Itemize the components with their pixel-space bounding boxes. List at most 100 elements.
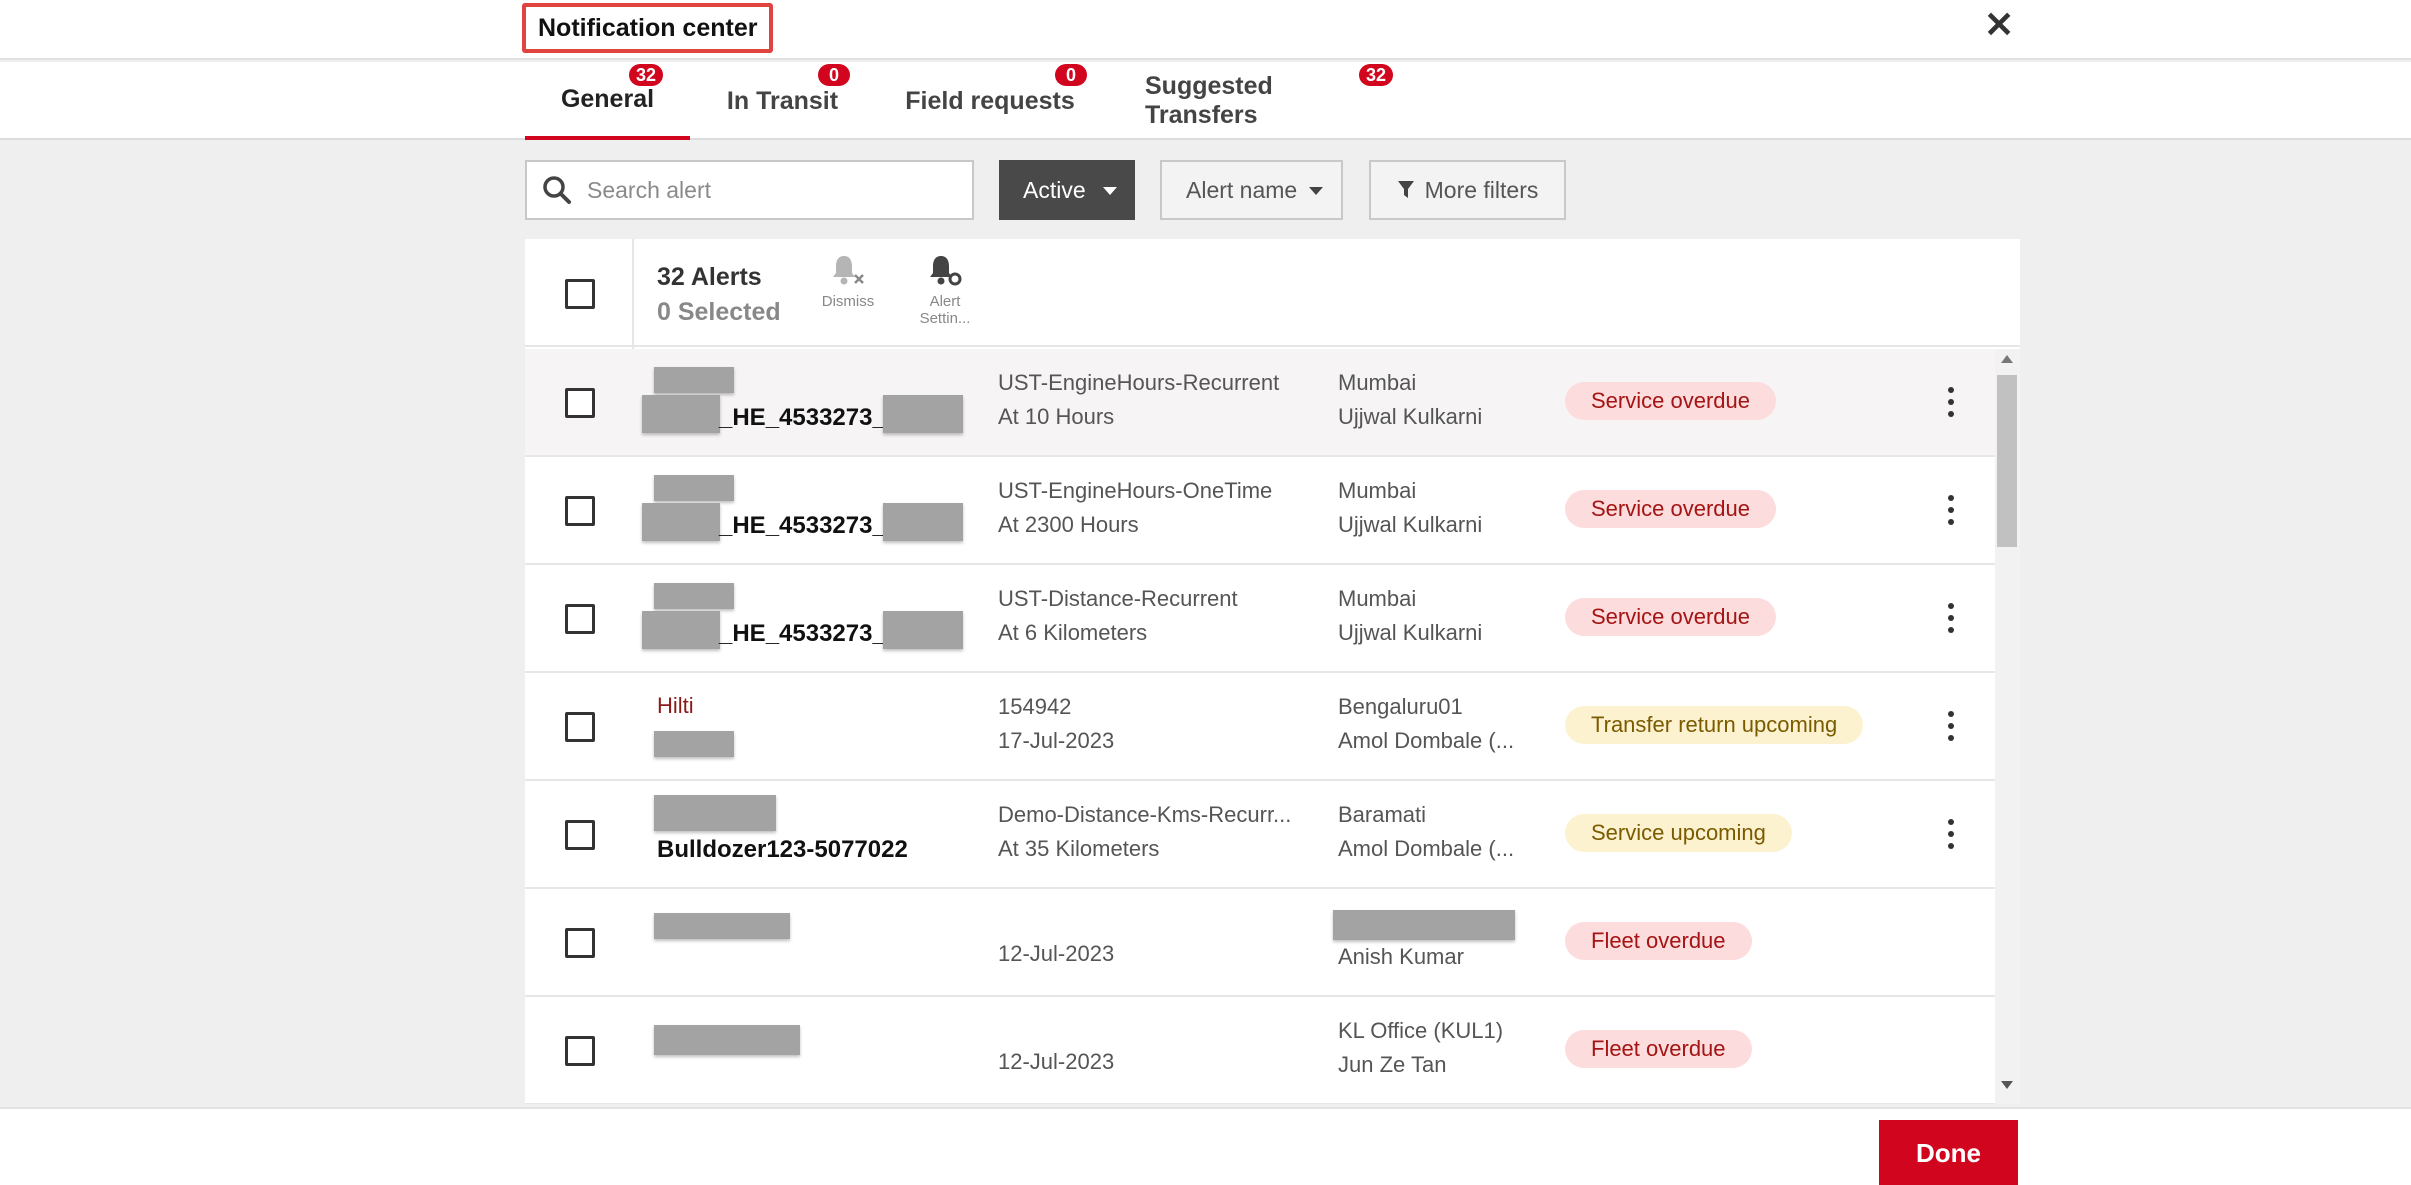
alert-brand: Hilti (657, 693, 694, 718)
more-options-icon[interactable] (1945, 495, 1957, 525)
status-badge: Fleet overdue (1565, 1030, 1752, 1068)
status-dropdown-label: Active (1023, 176, 1086, 203)
redacted-block (654, 367, 734, 393)
alert-owner: Anish Kumar (1338, 944, 1464, 969)
row-checkbox[interactable] (565, 388, 595, 418)
scroll-down-arrow-icon[interactable] (2001, 1081, 2013, 1089)
more-options-icon[interactable] (1945, 819, 1957, 849)
tab-label: Field requests (905, 86, 1075, 115)
close-icon[interactable]: ✕ (1984, 7, 2014, 43)
redacted-block (1333, 910, 1515, 940)
redacted-block (883, 395, 963, 433)
tab-field-requests[interactable]: Field requests 0 (905, 62, 1087, 140)
alert-row[interactable]: 12-Jul-2023 KL Office (KUL1) Jun Ze Tan … (525, 997, 1995, 1104)
alert-owner: Amol Dombale (... (1338, 728, 1515, 753)
page-title: Notification center (522, 3, 774, 53)
alert-title: Bulldozer123-5077022 (657, 836, 908, 863)
footer: Done (0, 1107, 2411, 1185)
row-checkbox[interactable] (565, 928, 595, 958)
alert-settings-button[interactable]: Alert Settin... (905, 253, 985, 327)
search-icon (527, 162, 587, 218)
done-button[interactable]: Done (1879, 1120, 2018, 1185)
row-checkbox[interactable] (565, 496, 595, 526)
tab-suggested-transfers[interactable]: Suggested Transfers 32 (1145, 62, 1394, 140)
tab-badge: 0 (1055, 64, 1087, 86)
redacted-block (654, 913, 790, 939)
alert-detail: 17-Jul-2023 (998, 728, 1115, 753)
filter-icon (1397, 181, 1414, 198)
alert-detail: 12-Jul-2023 (998, 1049, 1115, 1074)
scroll-up-arrow-icon[interactable] (2001, 355, 2013, 363)
tab-badge: 32 (1359, 64, 1394, 86)
alert-row[interactable]: _HE_4533273_ UST-Distance-Recurrent At 6… (525, 565, 1995, 673)
bell-off-icon (833, 256, 864, 285)
alert-settings-label: Alert Settin... (919, 293, 971, 327)
list-header: 32 Alerts 0 Selected Dismiss Alert Settin… (525, 239, 2020, 347)
more-filters-button[interactable]: More filters (1369, 160, 1566, 220)
status-dropdown[interactable]: Active (999, 160, 1135, 220)
scroll-thumb[interactable] (1997, 375, 2017, 547)
tab-label: Suggested Transfers (1145, 72, 1273, 129)
redacted-block (642, 503, 720, 541)
bell-settings-icon (930, 256, 962, 286)
alert-owner: Jun Ze Tan (1338, 1052, 1447, 1077)
chevron-down-icon (1309, 187, 1323, 195)
redacted-block (642, 395, 720, 433)
row-checkbox[interactable] (565, 820, 595, 850)
alert-title: _HE_4533273_ (719, 620, 886, 647)
row-checkbox[interactable] (565, 1036, 595, 1066)
more-options-icon[interactable] (1945, 603, 1957, 633)
selected-count: 0 Selected (657, 298, 781, 326)
tab-badge: 32 (629, 64, 664, 86)
redacted-block (654, 731, 734, 757)
alert-list: 32 Alerts 0 Selected Dismiss Alert Settin… (525, 239, 2020, 1104)
alert-detail: At 35 Kilometers (998, 836, 1160, 861)
select-all-checkbox[interactable] (565, 279, 595, 309)
alert-row[interactable]: Bulldozer123-5077022 Demo-Distance-Kms-R… (525, 781, 1995, 889)
redacted-block (654, 795, 776, 831)
search-input[interactable] (587, 176, 957, 204)
alert-owner: Ujjwal Kulkarni (1338, 404, 1483, 429)
alert-name-dropdown[interactable]: Alert name (1160, 160, 1343, 220)
redacted-block (654, 583, 734, 609)
status-badge: Transfer return upcoming (1565, 706, 1864, 744)
redacted-block (883, 503, 963, 541)
alert-location: Mumbai (1338, 586, 1417, 611)
tab-general[interactable]: General 32 (525, 62, 690, 140)
more-filters-label: More filters (1424, 176, 1539, 203)
alert-title: _HE_4533273_ (719, 512, 886, 539)
alert-owner: Ujjwal Kulkarni (1338, 512, 1483, 537)
alert-detail: At 6 Kilometers (998, 620, 1148, 645)
redacted-block (654, 1025, 800, 1055)
alert-owner: Ujjwal Kulkarni (1338, 620, 1483, 645)
row-checkbox[interactable] (565, 604, 595, 634)
alert-row[interactable]: 12-Jul-2023 Anish Kumar Fleet overdue (525, 889, 1995, 997)
status-badge: Service upcoming (1565, 814, 1792, 852)
row-checkbox[interactable] (565, 712, 595, 742)
alert-location: Bengaluru01 (1338, 694, 1463, 719)
alert-detail: 12-Jul-2023 (998, 941, 1115, 966)
tab-label: In Transit (726, 86, 839, 115)
alert-description: UST-Distance-Recurrent (998, 586, 1238, 611)
redacted-block (654, 475, 734, 501)
status-badge: Service overdue (1565, 382, 1776, 420)
alert-row[interactable]: Hilti 154942 17-Jul-2023 Bengaluru01 Amo… (525, 673, 1995, 781)
alert-row[interactable]: _HE_4533273_ UST-EngineHours-OneTime At … (525, 457, 1995, 565)
dismiss-button[interactable]: Dismiss (808, 253, 888, 310)
alert-location: KL Office (KUL1) (1338, 1018, 1504, 1043)
tab-bar: General 32 In Transit 0 Field requests 0… (0, 62, 2411, 140)
alert-row[interactable]: _HE_4533273_ UST-EngineHours-Recurrent A… (525, 349, 1995, 457)
alert-title: _HE_4533273_ (719, 404, 886, 431)
redacted-block (883, 611, 963, 649)
tab-label: General (560, 84, 655, 113)
alert-description: UST-EngineHours-Recurrent (998, 370, 1280, 395)
dismiss-label: Dismiss (821, 293, 875, 310)
more-options-icon[interactable] (1945, 711, 1957, 741)
alerts-count: 32 Alerts (657, 263, 762, 291)
more-options-icon[interactable] (1945, 387, 1957, 417)
alert-name-dropdown-label: Alert name (1186, 176, 1298, 203)
alert-description: 154942 (998, 694, 1072, 719)
tab-in-transit[interactable]: In Transit 0 (720, 62, 850, 140)
scrollbar[interactable] (1995, 349, 2020, 1104)
alert-description: Demo-Distance-Kms-Recurr... (998, 802, 1292, 827)
